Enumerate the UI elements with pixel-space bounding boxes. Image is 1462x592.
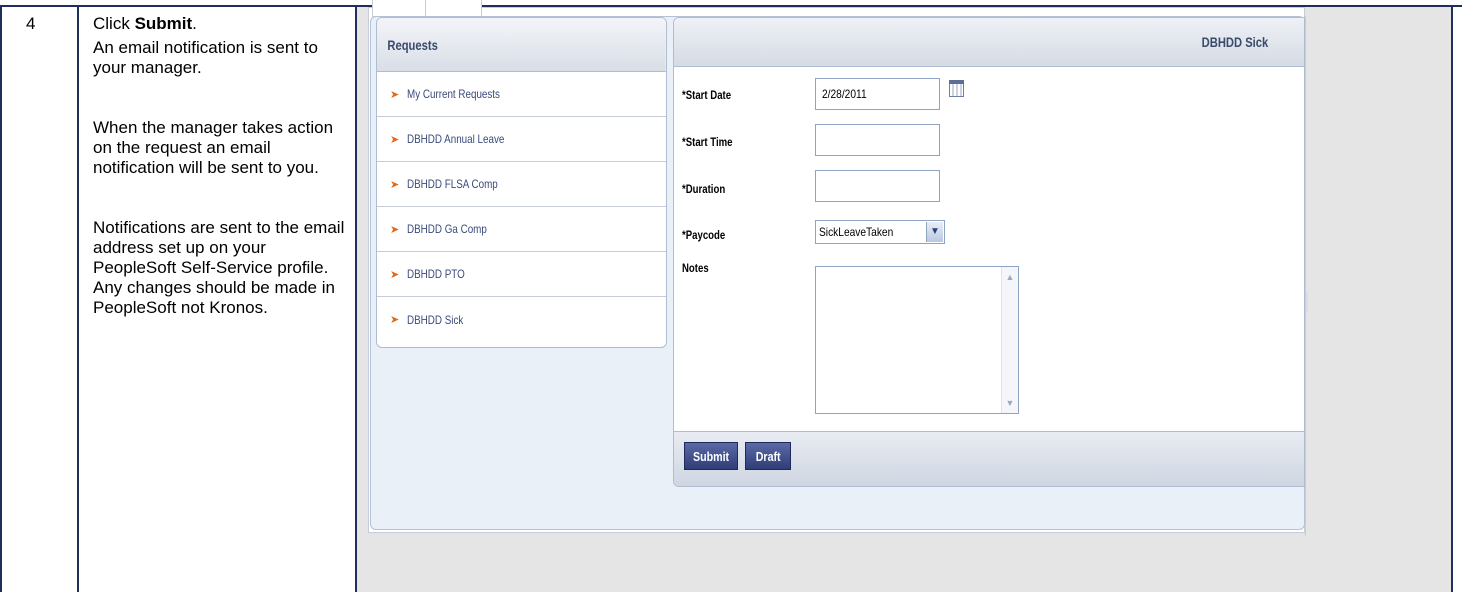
instruction-paragraph-2: When the manager takes action on the req…: [93, 118, 334, 177]
arrow-right-icon: ➤: [390, 178, 400, 191]
request-item-label: DBHDD Sick: [407, 312, 464, 327]
paycode-label: *Paycode: [682, 228, 726, 242]
scroll-up-icon[interactable]: ▲: [1002, 269, 1018, 285]
splitter-handle[interactable]: [1306, 292, 1308, 312]
arrow-right-icon: ➤: [390, 314, 400, 326]
instruction-line: Click Submit.: [93, 14, 353, 34]
request-item-flsa-comp[interactable]: ➤ DBHDD FLSA Comp: [377, 162, 666, 207]
start-date-label: *Start Date: [682, 88, 732, 102]
instruction-paragraph-1: An email notification is sent to your ma…: [93, 38, 318, 77]
request-item-label: My Current Requests: [407, 87, 501, 101]
window-edge: [1305, 16, 1306, 536]
requests-panel: Requests ➤ My Current Requests ➤ DBHDD A…: [376, 17, 667, 348]
start-time-label: *Start Time: [682, 135, 733, 149]
arrow-right-icon: ➤: [390, 88, 400, 101]
start-time-field[interactable]: [815, 124, 940, 156]
duration-label: *Duration: [682, 182, 726, 196]
start-date-value: 2/28/2011: [822, 87, 867, 101]
notes-label: Notes: [682, 261, 709, 275]
chevron-down-icon[interactable]: ▼: [926, 222, 943, 242]
request-item-annual-leave[interactable]: ➤ DBHDD Annual Leave: [377, 117, 666, 162]
start-date-field[interactable]: 2/28/2011: [815, 78, 940, 110]
request-item-label: DBHDD Ga Comp: [407, 222, 488, 236]
arrow-right-icon: ➤: [390, 133, 400, 146]
submit-button[interactable]: Submit: [684, 442, 738, 470]
duration-field[interactable]: [815, 170, 940, 202]
calendar-icon[interactable]: [949, 80, 964, 97]
paycode-select[interactable]: SickLeaveTaken ▼: [815, 220, 945, 244]
request-item-label: DBHDD FLSA Comp: [407, 177, 498, 191]
notes-scrollbar[interactable]: ▲ ▼: [1001, 267, 1018, 413]
step-instructions: Click Submit. An email notification is s…: [93, 14, 353, 318]
table-column-divider: [77, 5, 79, 592]
arrow-right-icon: ➤: [390, 223, 400, 236]
request-item-my-current-requests[interactable]: ➤ My Current Requests: [377, 72, 666, 117]
instruction-suffix: .: [192, 14, 197, 33]
step-number: 4: [26, 14, 36, 33]
request-item-sick[interactable]: ➤ DBHDD Sick: [377, 297, 666, 342]
request-form-panel: DBHDD Sick *Start Date 2/28/2011 *Start …: [673, 17, 1305, 487]
table-left-border: [0, 5, 2, 592]
request-item-pto[interactable]: ➤ DBHDD PTO: [377, 252, 666, 297]
request-item-ga-comp[interactable]: ➤ DBHDD Ga Comp: [377, 207, 666, 252]
tab-divider: [425, 0, 426, 16]
scroll-down-icon[interactable]: ▼: [1002, 395, 1018, 411]
window-tab[interactable]: [372, 0, 482, 17]
request-item-label: DBHDD Annual Leave: [407, 132, 505, 146]
submit-button-label: Submit: [692, 448, 730, 464]
form-title: DBHDD Sick: [1201, 34, 1268, 50]
notes-textarea[interactable]: ▲ ▼: [815, 266, 1019, 414]
instruction-prefix: Click: [93, 14, 135, 33]
form-header: DBHDD Sick: [674, 18, 1304, 67]
table-right-border: [1451, 5, 1453, 592]
request-item-label: DBHDD PTO: [407, 267, 465, 281]
paycode-value: SickLeaveTaken: [819, 225, 894, 239]
instruction-paragraph-3: Notifications are sent to the email addr…: [93, 218, 345, 317]
requests-panel-title: Requests: [377, 18, 666, 72]
draft-button-label: Draft: [755, 448, 781, 464]
draft-button[interactable]: Draft: [745, 442, 791, 470]
form-footer: Submit Draft: [674, 431, 1304, 486]
instruction-bold: Submit: [134, 14, 193, 33]
arrow-right-icon: ➤: [390, 268, 400, 281]
